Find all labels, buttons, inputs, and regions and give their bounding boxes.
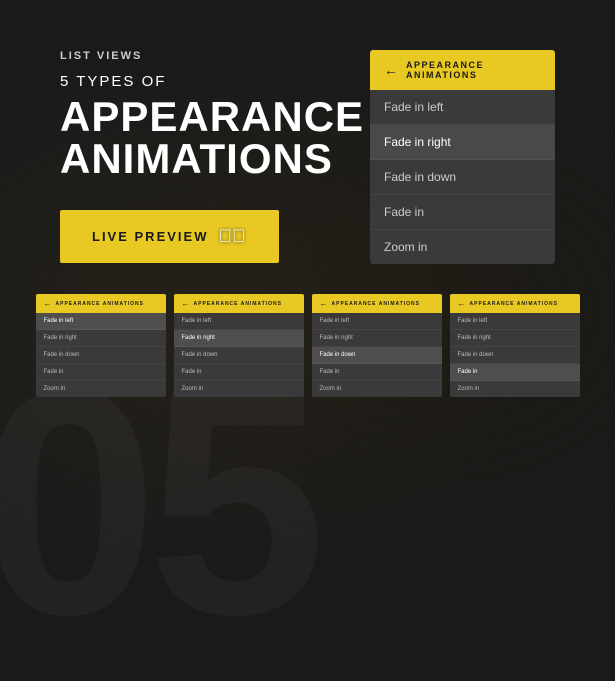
small-card-2: ← APPEARANCE ANIMATIONS Fade in left Fad…	[174, 294, 304, 397]
small-cards-row: ← APPEARANCE ANIMATIONS Fade in left Fad…	[0, 294, 615, 427]
small-card-2-item-3[interactable]: Fade in down	[174, 347, 304, 364]
small-card-3-back-icon[interactable]: ←	[320, 299, 328, 308]
menu-card: ← APPEARANCE ANIMATIONS Fade in left Fad…	[370, 50, 555, 264]
menu-item-fade-in-right[interactable]: Fade in right	[370, 125, 555, 160]
small-card-1-item-3[interactable]: Fade in down	[36, 347, 166, 364]
small-card-2-title: APPEARANCE ANIMATIONS	[194, 301, 283, 307]
small-card-3-title: APPEARANCE ANIMATIONS	[332, 301, 421, 307]
small-card-4-item-2[interactable]: Fade in right	[450, 330, 580, 347]
menu-item-zoom-in[interactable]: Zoom in	[370, 230, 555, 264]
small-card-1-item-1[interactable]: Fade in left	[36, 313, 166, 330]
small-card-3-item-1[interactable]: Fade in left	[312, 313, 442, 330]
small-card-3-item-2[interactable]: Fade in right	[312, 330, 442, 347]
small-card-2-item-1[interactable]: Fade in left	[174, 313, 304, 330]
small-card-4-item-3[interactable]: Fade in down	[450, 347, 580, 364]
small-card-3-item-4[interactable]: Fade in	[312, 364, 442, 381]
menu-header: ← APPEARANCE ANIMATIONS	[370, 50, 555, 90]
main-menu-panel: ← APPEARANCE ANIMATIONS Fade in left Fad…	[370, 50, 555, 264]
live-preview-button[interactable]: LIVE PREVIEW ▶⃞	[60, 210, 279, 263]
left-panel: LIST VIEWS 5 TYPES OF APPEARANCEANIMATIO…	[60, 50, 340, 263]
small-card-1-title: APPEARANCE ANIMATIONS	[56, 301, 145, 307]
main-title: APPEARANCEANIMATIONS	[60, 96, 340, 180]
small-card-3-header: ← APPEARANCE ANIMATIONS	[312, 294, 442, 313]
small-card-3-item-3[interactable]: Fade in down	[312, 347, 442, 364]
small-card-1-item-5[interactable]: Zoom in	[36, 381, 166, 397]
small-card-3-item-5[interactable]: Zoom in	[312, 381, 442, 397]
small-card-4-item-5[interactable]: Zoom in	[450, 381, 580, 397]
small-card-4-item-1[interactable]: Fade in left	[450, 313, 580, 330]
small-card-2-header: ← APPEARANCE ANIMATIONS	[174, 294, 304, 313]
small-card-1-item-2[interactable]: Fade in right	[36, 330, 166, 347]
small-card-4-title: APPEARANCE ANIMATIONS	[470, 301, 559, 307]
small-card-1-item-4[interactable]: Fade in	[36, 364, 166, 381]
small-card-4-item-4[interactable]: Fade in	[450, 364, 580, 381]
small-card-4: ← APPEARANCE ANIMATIONS Fade in left Fad…	[450, 294, 580, 397]
category-label: LIST VIEWS	[60, 50, 340, 62]
button-label: LIVE PREVIEW	[92, 229, 208, 244]
back-arrow-icon[interactable]: ←	[384, 62, 398, 78]
small-card-2-back-icon[interactable]: ←	[182, 299, 190, 308]
menu-header-title: APPEARANCE ANIMATIONS	[406, 60, 541, 80]
cursor-icon: ▶⃞	[218, 226, 247, 247]
small-card-1-back-icon[interactable]: ←	[44, 299, 52, 308]
small-card-2-item-5[interactable]: Zoom in	[174, 381, 304, 397]
small-card-2-item-4[interactable]: Fade in	[174, 364, 304, 381]
menu-item-fade-in-left[interactable]: Fade in left	[370, 90, 555, 125]
small-card-3: ← APPEARANCE ANIMATIONS Fade in left Fad…	[312, 294, 442, 397]
small-card-2-item-2[interactable]: Fade in right	[174, 330, 304, 347]
subtitle: 5 TYPES OF	[60, 72, 340, 92]
menu-item-fade-in-down[interactable]: Fade in down	[370, 160, 555, 195]
small-card-1-header: ← APPEARANCE ANIMATIONS	[36, 294, 166, 313]
small-card-1: ← APPEARANCE ANIMATIONS Fade in left Fad…	[36, 294, 166, 397]
small-card-4-header: ← APPEARANCE ANIMATIONS	[450, 294, 580, 313]
small-card-4-back-icon[interactable]: ←	[458, 299, 466, 308]
menu-item-fade-in[interactable]: Fade in	[370, 195, 555, 230]
